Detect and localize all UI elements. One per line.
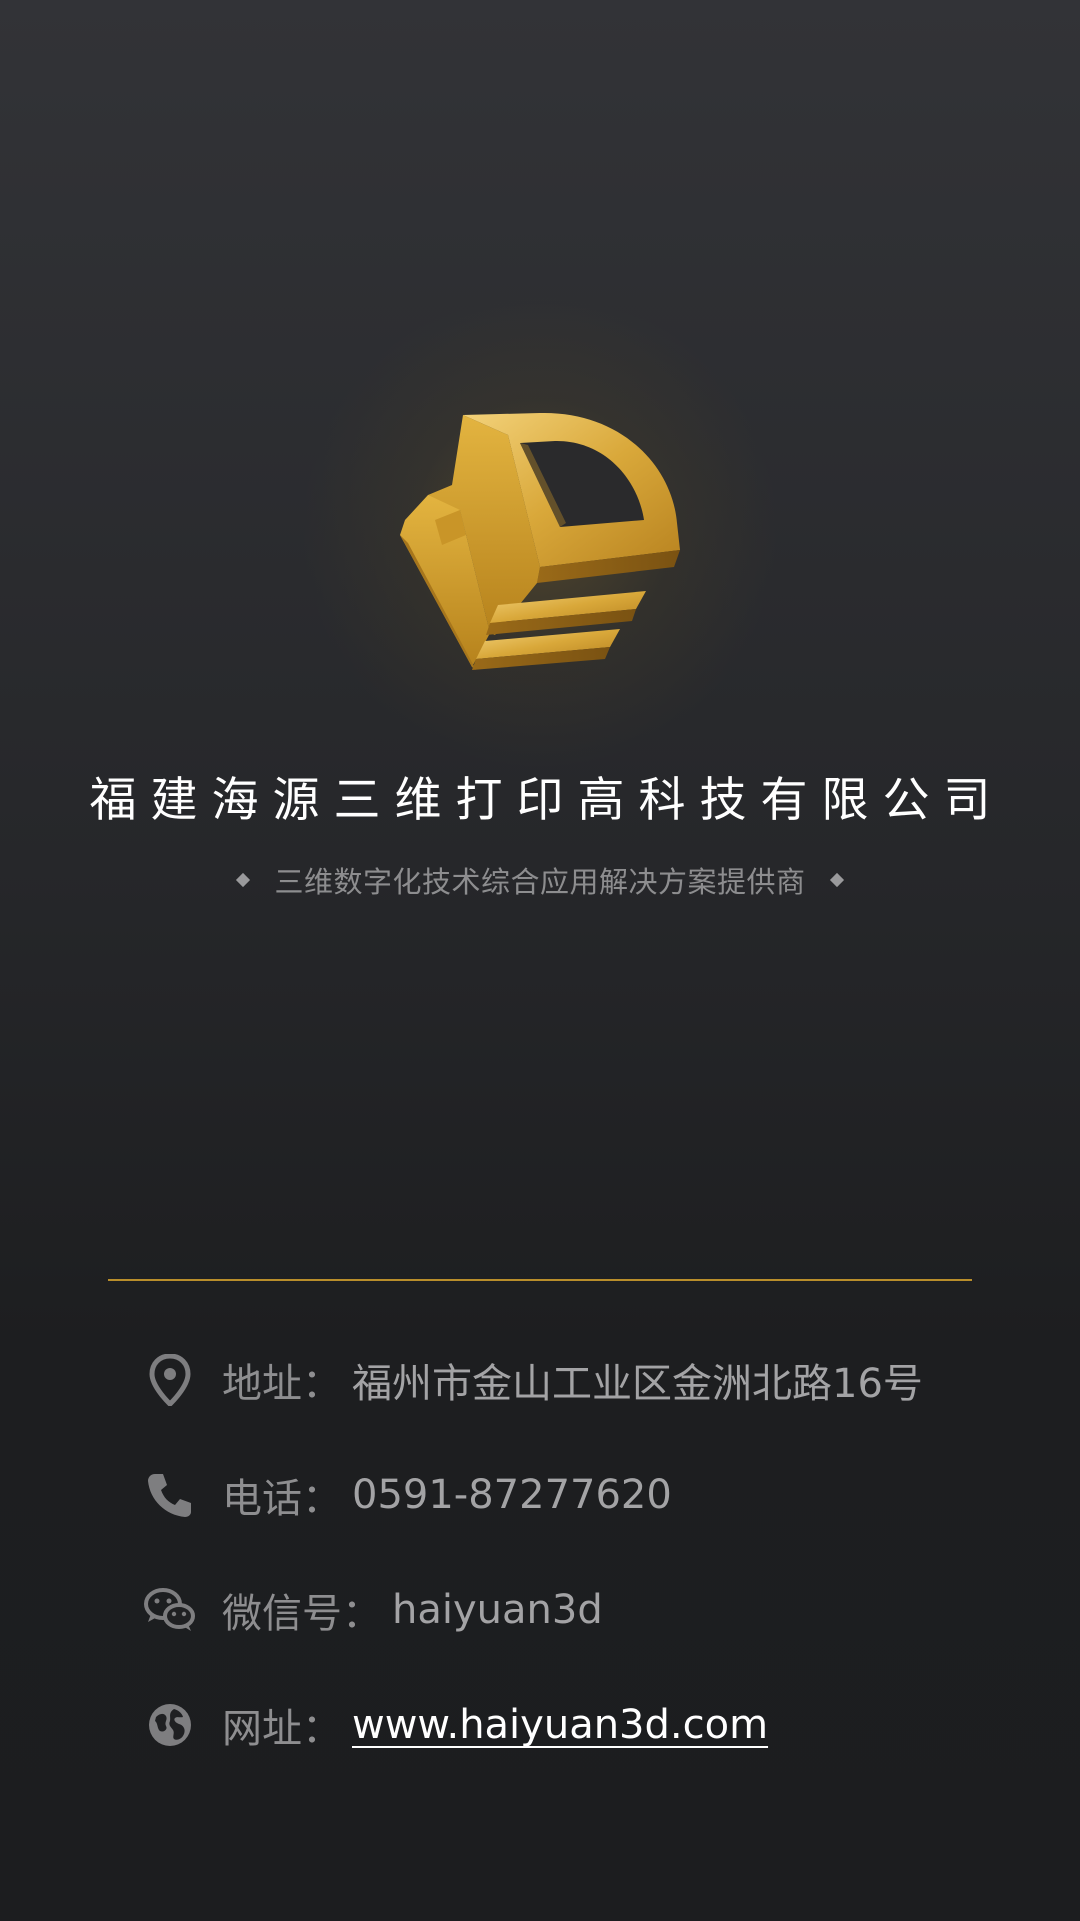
wechat-value: haiyuan3d (392, 1587, 603, 1633)
wechat-icon (140, 1580, 200, 1640)
company-logo (390, 395, 690, 685)
company-tagline: 三维数字化技术综合应用解决方案提供商 (274, 865, 806, 899)
phone-value[interactable]: 0591-87277620 (352, 1472, 672, 1518)
diamond-bullet-icon (236, 872, 251, 888)
address-value: 福州市金山工业区金洲北路16号 (352, 1361, 923, 1407)
website-label: 网址 (222, 1706, 302, 1752)
contact-website: 网址 ： www.haiyuan3d.com (140, 1695, 768, 1755)
contact-wechat: 微信号 ： haiyuan3d (140, 1580, 603, 1640)
phone-separator: ： (302, 1476, 342, 1522)
website-separator: ： (302, 1706, 342, 1752)
contact-address: 地址 ： 福州市金山工业区金洲北路16号 (140, 1350, 923, 1410)
address-label: 地址 (222, 1361, 302, 1407)
phone-icon (140, 1465, 200, 1525)
wechat-separator: ： (342, 1591, 382, 1637)
website-link[interactable]: www.haiyuan3d.com (352, 1702, 768, 1748)
divider-line (108, 1279, 972, 1281)
company-name: 福建海源三维打印高科技有限公司 (89, 773, 1005, 828)
address-separator: ： (302, 1361, 342, 1407)
wechat-label: 微信号 (222, 1591, 342, 1637)
hd-logo-icon (400, 412, 680, 670)
contact-phone: 电话 ： 0591-87277620 (140, 1465, 672, 1525)
globe-icon (140, 1695, 200, 1755)
location-pin-icon (140, 1350, 200, 1410)
phone-label: 电话 (222, 1476, 302, 1522)
tagline-row: 三维数字化技术综合应用解决方案提供商 (0, 860, 1080, 900)
diamond-bullet-icon (829, 872, 844, 888)
